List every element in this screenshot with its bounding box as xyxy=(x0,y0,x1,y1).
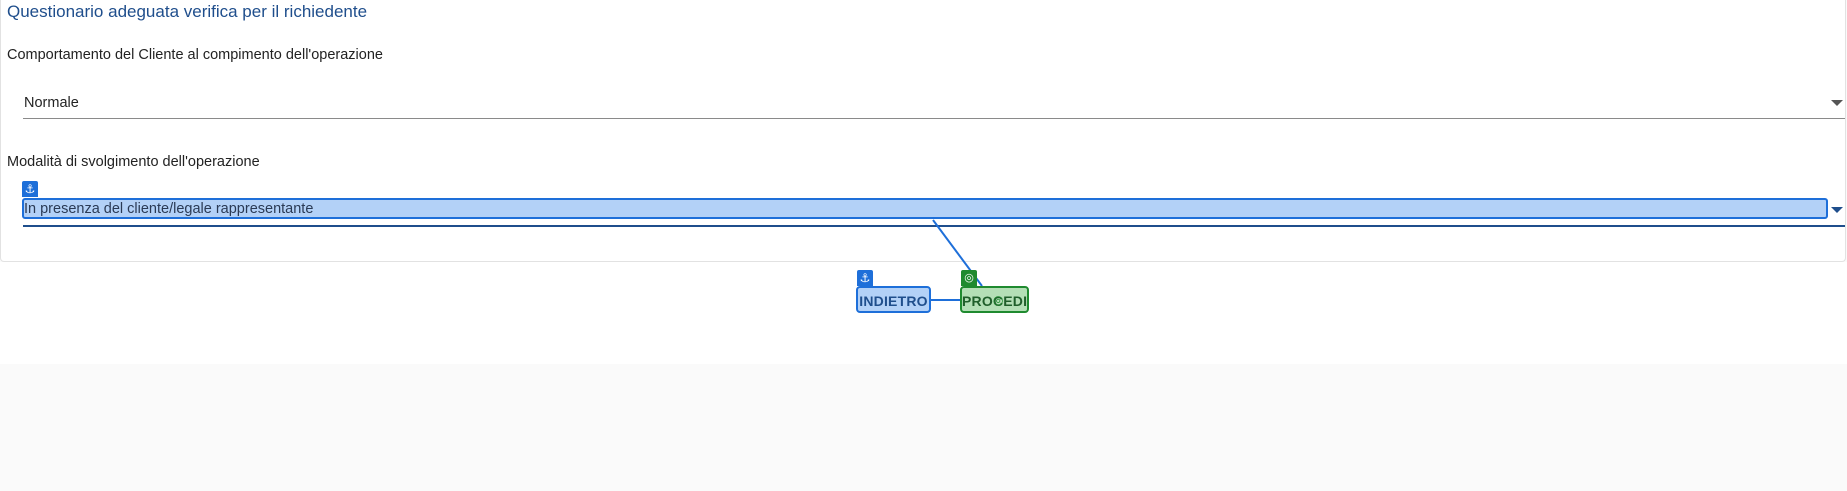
mode-select-value: In presenza del cliente/legale rappresen… xyxy=(24,201,314,217)
behavior-question-label: Comportamento del Cliente al compimento … xyxy=(7,47,383,63)
target-icon: ◎ xyxy=(961,270,977,286)
chevron-down-icon xyxy=(1831,100,1843,106)
back-button[interactable]: INDIETRO xyxy=(856,286,931,313)
page-title: Questionario adeguata verifica per il ri… xyxy=(7,2,368,21)
anchor-icon: ⚓ xyxy=(22,181,38,197)
chevron-down-icon xyxy=(1831,207,1843,213)
anchor-icon: ⚓ xyxy=(857,270,873,286)
behavior-select-value: Normale xyxy=(24,95,79,111)
mode-select[interactable]: In presenza del cliente/legale rappresen… xyxy=(22,198,1845,227)
behavior-select[interactable]: Normale xyxy=(23,91,1845,119)
mode-question-label: Modalità di svolgimento dell'operazione xyxy=(7,154,260,170)
target-icon: ◎ xyxy=(993,293,1004,307)
questionnaire-card: Questionario adeguata verifica per il ri… xyxy=(0,0,1846,262)
